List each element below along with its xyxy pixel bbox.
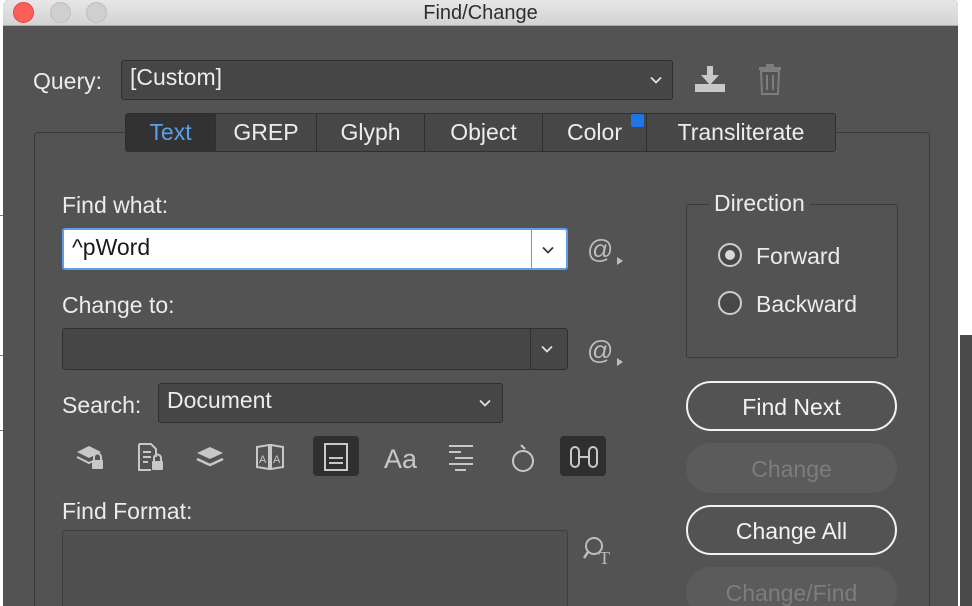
query-label: Query: xyxy=(33,68,103,94)
tab-label: Glyph xyxy=(340,119,401,145)
find-change-dialog: Find/Change Query: [Custom] Text GREP Gl… xyxy=(3,0,958,606)
chevron-down-icon xyxy=(479,397,491,409)
tab-transliterate[interactable]: Transliterate xyxy=(647,114,835,151)
dropdown-divider xyxy=(531,230,532,268)
direction-legend: Direction xyxy=(709,190,810,217)
include-locked-stories-icon[interactable] xyxy=(126,436,172,476)
tab-label: Transliterate xyxy=(677,119,805,145)
forward-radio[interactable] xyxy=(718,243,742,267)
chevron-down-icon[interactable] xyxy=(542,244,554,256)
case-sensitive-icon[interactable]: Aa xyxy=(375,436,421,476)
find-format-label: Find Format: xyxy=(62,498,193,524)
change-all-button[interactable]: Change All xyxy=(686,505,897,555)
search-label: Search: xyxy=(62,392,142,418)
tab-color[interactable]: Color xyxy=(543,114,647,151)
svg-text:T: T xyxy=(599,548,610,566)
svg-text:Aa: Aa xyxy=(384,444,418,472)
tab-label: Object xyxy=(450,119,517,145)
special-characters-change-icon[interactable]: @ xyxy=(587,335,627,367)
direction-group xyxy=(686,204,898,358)
special-characters-find-icon[interactable]: @ xyxy=(587,234,627,266)
change-button[interactable]: Change xyxy=(686,443,897,493)
svg-text:A: A xyxy=(259,454,267,466)
chevron-down-icon[interactable] xyxy=(541,343,553,355)
background-panel-right xyxy=(960,335,972,606)
query-select[interactable]: [Custom] xyxy=(121,60,673,100)
tab-text[interactable]: Text xyxy=(126,114,216,151)
find-what-value: ^pWord xyxy=(72,234,151,260)
tab-label: Color xyxy=(567,119,622,145)
kana-sensitive-icon[interactable] xyxy=(500,436,546,476)
specify-find-format-icon[interactable]: T xyxy=(583,536,617,566)
change-to-label: Change to: xyxy=(62,292,175,318)
search-mode-tabs: Text GREP Glyph Object Color Translitera… xyxy=(125,113,836,152)
include-master-pages-icon[interactable]: A A xyxy=(246,436,292,476)
include-footnotes-icon[interactable] xyxy=(313,436,359,476)
include-locked-layers-icon[interactable] xyxy=(66,436,112,476)
tab-object[interactable]: Object xyxy=(425,114,543,151)
title-bar: Find/Change xyxy=(3,0,958,26)
find-what-label: Find what: xyxy=(62,192,169,218)
tab-glyph[interactable]: Glyph xyxy=(317,114,425,151)
svg-text:A: A xyxy=(273,454,281,466)
find-next-button[interactable]: Find Next xyxy=(686,381,897,431)
find-format-box[interactable] xyxy=(62,530,568,606)
tab-indicator xyxy=(631,114,644,127)
forward-label[interactable]: Forward xyxy=(756,243,840,270)
include-hidden-layers-icon[interactable] xyxy=(186,436,232,476)
dropdown-divider xyxy=(530,329,531,369)
whole-word-icon[interactable] xyxy=(437,436,483,476)
query-value: [Custom] xyxy=(130,64,223,90)
tab-label: GREP xyxy=(233,119,299,145)
backward-radio[interactable] xyxy=(718,291,742,315)
width-sensitive-icon[interactable] xyxy=(560,436,606,476)
change-to-input[interactable] xyxy=(62,328,568,370)
tab-label: Text xyxy=(149,119,192,145)
save-query-icon[interactable] xyxy=(693,64,727,94)
svg-text:@: @ xyxy=(587,234,613,264)
change-find-button[interactable]: Change/Find xyxy=(686,567,897,606)
delete-query-icon[interactable] xyxy=(757,63,783,95)
search-scope-value: Document xyxy=(167,387,272,413)
find-what-input[interactable]: ^pWord xyxy=(62,228,568,270)
chevron-down-icon xyxy=(650,74,662,86)
backward-label[interactable]: Backward xyxy=(756,291,857,318)
window-title: Find/Change xyxy=(423,2,538,24)
tab-grep[interactable]: GREP xyxy=(216,114,317,151)
search-scope-select[interactable]: Document xyxy=(158,383,503,423)
svg-text:@: @ xyxy=(587,335,613,365)
